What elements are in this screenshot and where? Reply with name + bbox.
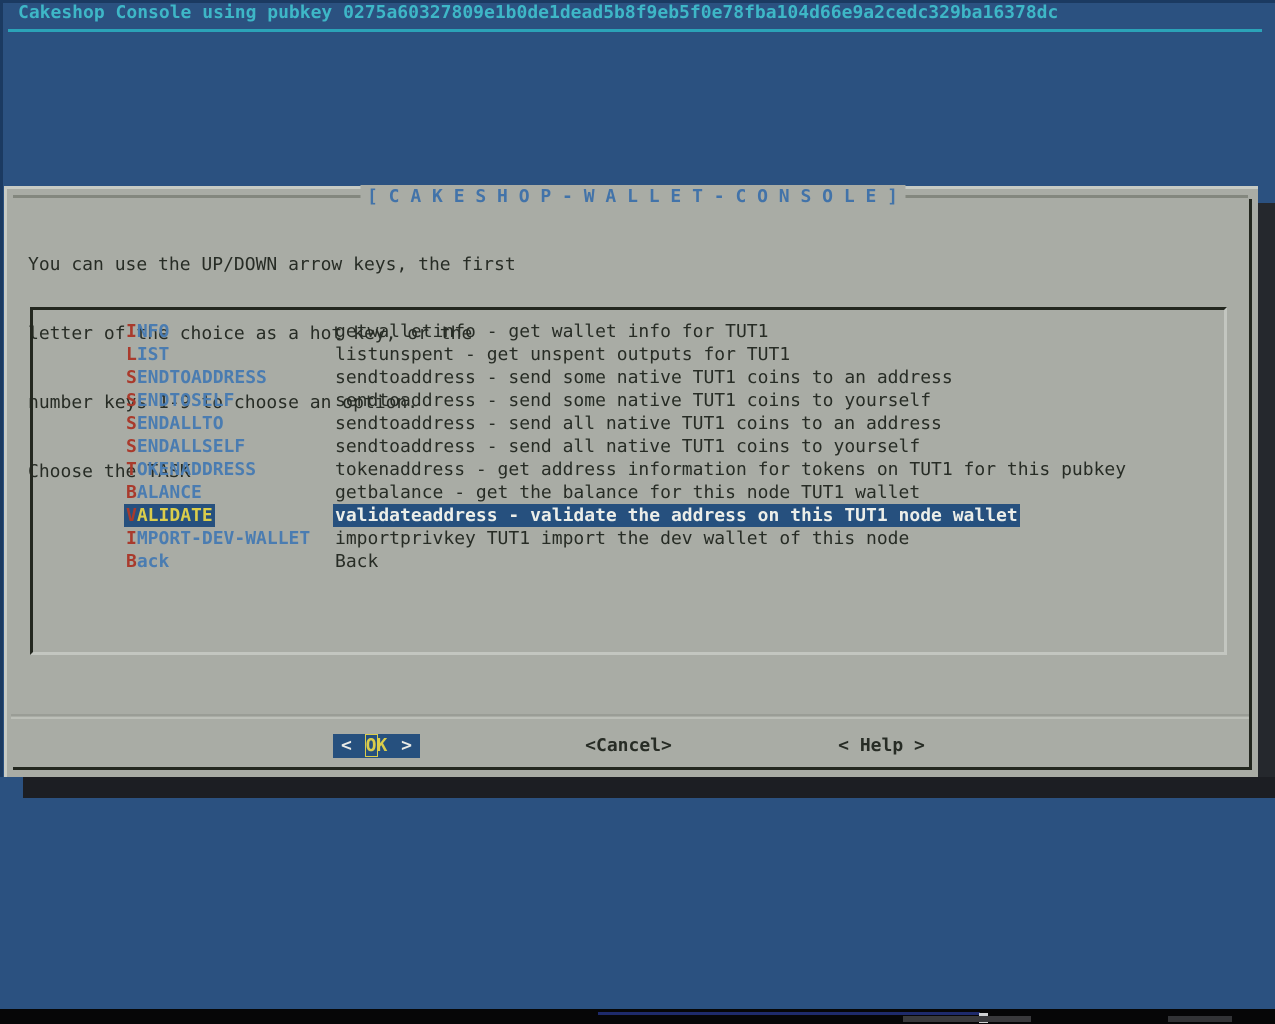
menu-item-sendtoaddress[interactable]: SENDTOADDRESS sendtoaddress - send some …	[33, 366, 1224, 389]
ok-button-cursor: O	[366, 735, 377, 756]
menu-item-description: validateaddress - validate the address o…	[333, 504, 1020, 527]
menu-item-label: SENDTOSELF	[124, 389, 236, 412]
menu-item-description: sendtoaddress - send all native TUT1 coi…	[333, 435, 922, 458]
menu-item-label: VALIDATE	[124, 504, 215, 527]
help-button[interactable]: < Help >	[838, 734, 925, 758]
instruction-line: You can use the UP/DOWN arrow keys, the …	[28, 253, 516, 276]
menu-item-description: Back	[333, 550, 380, 573]
menu-item-sendallto[interactable]: SENDALLTO sendtoaddress - send all nativ…	[33, 412, 1224, 435]
menu-item-label: BALANCE	[124, 481, 204, 504]
ok-button-close-angle: >	[401, 734, 412, 758]
menu-item-import-dev-wallet[interactable]: IMPORT-DEV-WALLET importprivkey TUT1 imp…	[33, 527, 1224, 550]
menu-item-label: INFO	[124, 320, 171, 343]
menu-item-sendtoself[interactable]: SENDTOSELF sendtoaddress - send some nat…	[33, 389, 1224, 412]
menu-item-info[interactable]: INFO getwalletinfo - get wallet info for…	[33, 320, 1224, 343]
wallet-console-dialog: [ C A K E S H O P - W A L L E T - C O N …	[4, 186, 1258, 777]
terminal-screen: Cakeshop Console using pubkey 0275a60327…	[0, 0, 1275, 1024]
menu-item-label: SENDALLTO	[124, 412, 226, 435]
menu-item-balance[interactable]: BALANCE getbalance - get the balance for…	[33, 481, 1224, 504]
cancel-button[interactable]: <Cancel>	[585, 734, 672, 758]
title-underline	[8, 29, 1262, 32]
menu-item-label: SENDALLSELF	[124, 435, 247, 458]
menu-item-description: importprivkey TUT1 import the dev wallet…	[333, 527, 911, 550]
menu-item-label: IMPORT-DEV-WALLET	[124, 527, 312, 550]
menu-item-description: getwalletinfo - get wallet info for TUT1	[333, 320, 770, 343]
menu-item-description: sendtoaddress - send some native TUT1 co…	[333, 366, 955, 389]
button-separator-line-light	[11, 717, 1249, 719]
menu-item-back[interactable]: Back Back	[33, 550, 1224, 573]
taskbar-fragment	[1168, 1016, 1232, 1022]
menu-item-list[interactable]: LIST listunspent - get unspent outputs f…	[33, 343, 1224, 366]
menu-item-label: Back	[124, 550, 171, 573]
ok-button[interactable]: < OK >	[333, 734, 420, 758]
task-menu-rows: INFO getwalletinfo - get wallet info for…	[33, 320, 1224, 573]
menu-item-label: SENDTOADDRESS	[124, 366, 269, 389]
dialog-border-right	[1249, 199, 1252, 770]
bottom-taskbar-strip	[0, 1009, 1275, 1024]
dialog-border-bottom	[13, 767, 1252, 770]
menu-item-description: tokenaddress - get address information f…	[333, 458, 1128, 481]
menu-item-description: listunspent - get unspent outputs for TU…	[333, 343, 792, 366]
menu-item-validate[interactable]: VALIDATE validateaddress - validate the …	[33, 504, 1224, 527]
task-menu: INFO getwalletinfo - get wallet info for…	[30, 307, 1227, 655]
menu-item-description: sendtoaddress - send all native TUT1 coi…	[333, 412, 944, 435]
menu-item-label: LIST	[124, 343, 171, 366]
ok-button-open-angle: <	[341, 734, 352, 758]
ok-button-label: OK	[366, 734, 388, 758]
button-separator-line	[11, 714, 1249, 716]
menu-item-label: TOKENADDRESS	[124, 458, 258, 481]
dialog-title: [ C A K E S H O P - W A L L E T - C O N …	[360, 185, 905, 208]
menu-item-tokenaddress[interactable]: TOKENADDRESS tokenaddress - get address …	[33, 458, 1224, 481]
screen-left-edge	[0, 0, 3, 777]
dialog-shadow-right	[1258, 203, 1275, 798]
taskbar-fragment	[598, 1012, 980, 1015]
menu-item-sendallself[interactable]: SENDALLSELF sendtoaddress - send all nat…	[33, 435, 1224, 458]
menu-item-description: getbalance - get the balance for this no…	[333, 481, 922, 504]
taskbar-fragment	[903, 1016, 1031, 1022]
console-title: Cakeshop Console using pubkey 0275a60327…	[18, 1, 1058, 24]
dialog-shadow-bottom	[23, 777, 1275, 798]
menu-item-description: sendtoaddress - send some native TUT1 co…	[333, 389, 933, 412]
